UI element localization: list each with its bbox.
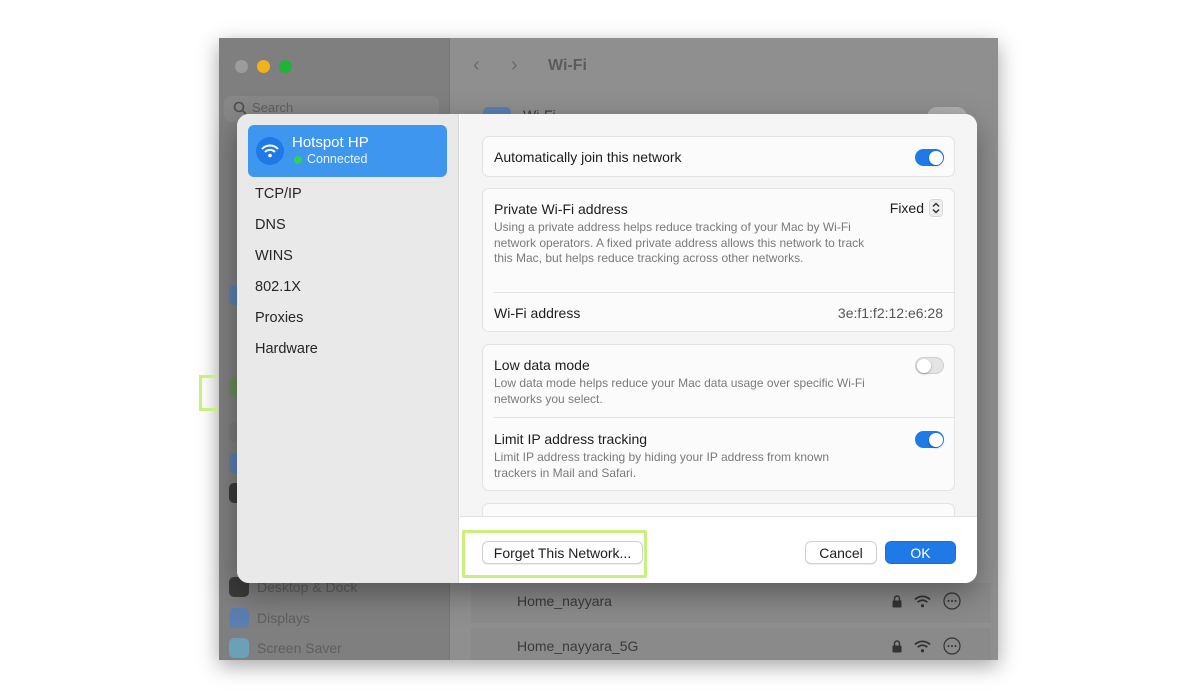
low-data-mode-label: Low data mode bbox=[494, 357, 590, 373]
more-options-icon[interactable] bbox=[943, 592, 961, 610]
privacy-options-card: Low data mode Low data mode helps reduce… bbox=[482, 344, 955, 491]
partial-card bbox=[482, 503, 955, 516]
close-window-button[interactable] bbox=[235, 60, 248, 73]
screenshot-stage: Search Desktop & Dock Displays Screen Sa… bbox=[0, 0, 1200, 698]
network-status: Connected bbox=[307, 152, 368, 166]
zoom-window-button[interactable] bbox=[279, 60, 292, 73]
sidebar-item-hardware[interactable]: Hardware bbox=[255, 341, 318, 357]
dialog-content-pane: Automatically join this network Private … bbox=[460, 114, 977, 516]
private-address-card: Private Wi-Fi address Fixed Using a priv… bbox=[482, 188, 955, 332]
limit-ip-toggle[interactable] bbox=[915, 431, 944, 448]
private-address-value: Fixed bbox=[889, 200, 924, 216]
sidebar-item-8021x[interactable]: 802.1X bbox=[255, 279, 301, 295]
chevron-up-down-icon bbox=[929, 199, 943, 217]
network-row[interactable]: Home_nayyara bbox=[471, 583, 991, 623]
network-name: Hotspot HP bbox=[292, 134, 369, 151]
network-name: Home_nayyara bbox=[517, 593, 612, 609]
lock-icon bbox=[892, 639, 902, 652]
forward-chevron-icon[interactable]: › bbox=[511, 55, 531, 75]
network-row[interactable]: Home_nayyara_5G bbox=[471, 628, 991, 660]
wifi-address-label: Wi-Fi address bbox=[494, 305, 581, 321]
dialog-sidebar: Hotspot HP Connected TCP/IP DNS WINS 802… bbox=[237, 114, 459, 583]
divider bbox=[494, 292, 954, 293]
sidebar-item-selected-network[interactable]: Hotspot HP Connected bbox=[248, 125, 447, 177]
highlight-box bbox=[462, 530, 647, 578]
search-placeholder: Search bbox=[252, 100, 294, 115]
auto-join-label: Automatically join this network bbox=[494, 149, 682, 165]
network-details-dialog: Hotspot HP Connected TCP/IP DNS WINS 802… bbox=[237, 114, 977, 583]
auto-join-card: Automatically join this network bbox=[482, 136, 955, 177]
sidebar-item-dns[interactable]: DNS bbox=[255, 217, 286, 233]
wifi-icon bbox=[256, 137, 284, 165]
sidebar-item-tcpip[interactable]: TCP/IP bbox=[255, 186, 302, 202]
sidebar-item-wins[interactable]: WINS bbox=[255, 248, 293, 264]
displays-icon bbox=[229, 608, 249, 628]
network-icons bbox=[892, 637, 961, 655]
back-chevron-icon[interactable]: ‹ bbox=[473, 55, 493, 75]
minimize-window-button[interactable] bbox=[257, 60, 270, 73]
ok-button[interactable]: OK bbox=[885, 541, 956, 564]
network-icons bbox=[892, 592, 961, 610]
connected-status-dot-icon bbox=[294, 156, 302, 164]
limit-ip-label: Limit IP address tracking bbox=[494, 431, 648, 447]
sidebar-item-proxies[interactable]: Proxies bbox=[255, 310, 303, 326]
highlight-box bbox=[199, 375, 217, 411]
wifi-address-value: 3e:f1:f2:12:e6:28 bbox=[837, 305, 943, 321]
private-address-label: Private Wi-Fi address bbox=[494, 201, 628, 217]
auto-join-toggle[interactable] bbox=[915, 149, 944, 166]
limit-ip-description: Limit IP address tracking by hiding your… bbox=[494, 450, 830, 480]
more-options-icon[interactable] bbox=[943, 637, 961, 655]
lock-icon bbox=[892, 594, 902, 607]
low-data-mode-description: Low data mode helps reduce your Mac data… bbox=[494, 376, 865, 406]
private-address-description: Using a private address helps reduce tra… bbox=[494, 220, 865, 265]
screen-saver-icon bbox=[229, 638, 249, 658]
page-title: Wi-Fi bbox=[548, 57, 587, 74]
sidebar-item-label: Displays bbox=[257, 610, 310, 626]
sidebar-item-label: Screen Saver bbox=[257, 640, 342, 656]
cancel-button[interactable]: Cancel bbox=[805, 541, 877, 564]
network-name: Home_nayyara_5G bbox=[517, 638, 639, 654]
search-icon bbox=[233, 101, 247, 115]
divider bbox=[494, 417, 954, 418]
private-address-select[interactable]: Fixed bbox=[890, 199, 943, 217]
low-data-mode-toggle[interactable] bbox=[915, 357, 944, 374]
sidebar-item-displays[interactable]: Displays bbox=[229, 607, 310, 629]
wifi-signal-icon bbox=[914, 595, 931, 607]
sidebar-item-screen-saver[interactable]: Screen Saver bbox=[229, 637, 342, 659]
wifi-signal-icon bbox=[914, 640, 931, 652]
